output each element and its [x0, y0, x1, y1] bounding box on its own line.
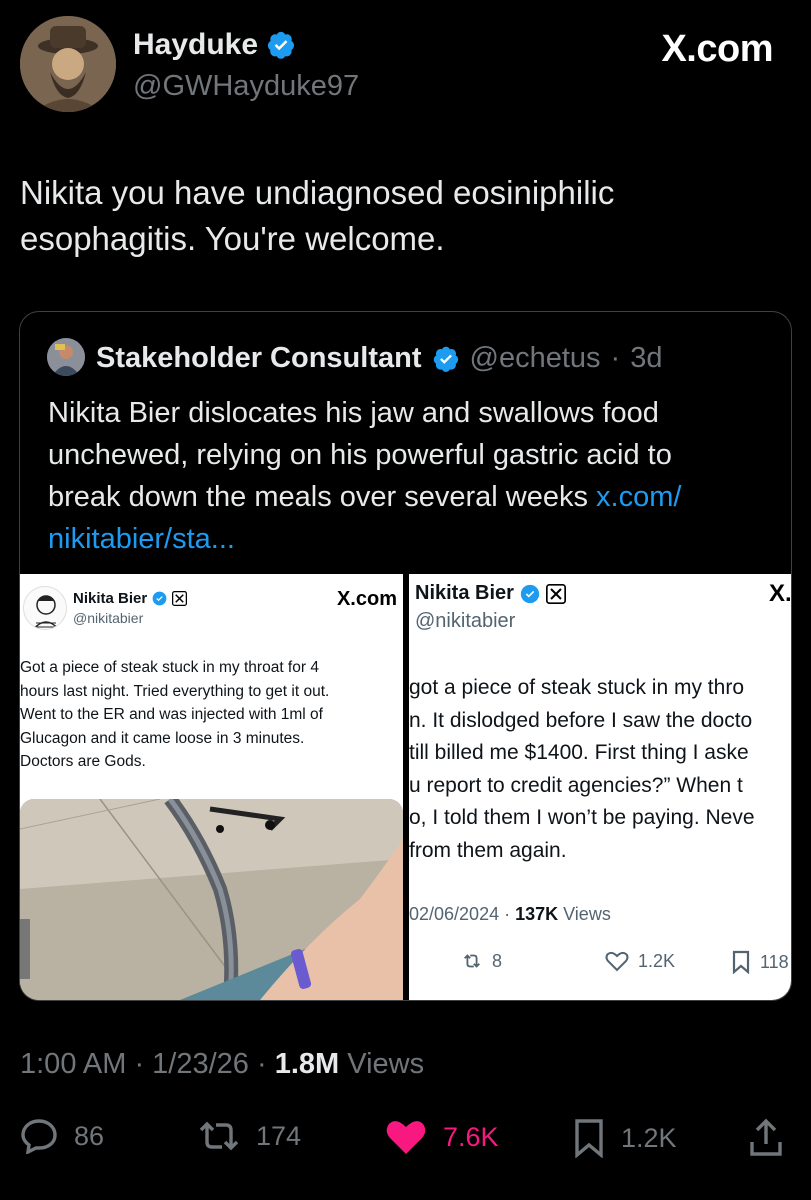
x-com-logo: X.com	[336, 588, 397, 610]
author-name[interactable]: Hayduke	[133, 28, 296, 62]
repost-button[interactable]: 174	[198, 1118, 301, 1154]
nikita-name: Nikita Bier	[415, 582, 566, 605]
bookmark-count: 1.2K	[621, 1122, 677, 1153]
embedded-tweet-line: Got a piece of steak stuck in my throat …	[20, 659, 319, 676]
hospital-photo	[20, 799, 403, 1000]
embedded-tweet-actions: 8 1.2K 118	[409, 950, 791, 980]
quote-author-name[interactable]: Stakeholder Consultant	[96, 342, 422, 375]
author-handle[interactable]: @GWHayduke97	[133, 70, 359, 103]
views-count: 1.8M	[274, 1048, 340, 1080]
verified-badge-icon	[433, 346, 458, 372]
embedded-tweet-line: got a piece of steak stuck in my thro	[409, 676, 744, 699]
embedded-tweet-line: Doctors are Gods.	[20, 753, 146, 770]
nikita-name: Nikita Bier	[73, 590, 188, 607]
bookmark-icon	[732, 950, 750, 974]
quote-age: 3d	[630, 342, 663, 374]
tweet-text-line: esophagitis. You're welcome.	[20, 220, 445, 257]
share-icon	[750, 1118, 782, 1156]
quote-author-row[interactable]: Stakeholder Consultant @echetus · 3d	[96, 342, 662, 375]
embedded-like-count: 1.2K	[638, 950, 676, 971]
verified-badge-icon	[267, 31, 295, 59]
embedded-tweet-line: n. It dislodged before I saw the docto	[409, 708, 753, 732]
heart-icon	[605, 951, 629, 972]
retweet-icon	[464, 954, 480, 968]
nikita-handle: @nikitabier	[73, 610, 144, 626]
embedded-tweet-views-count: 137K	[515, 904, 559, 924]
reply-icon	[21, 1119, 57, 1154]
nikita-name-text: Nikita Bier	[73, 590, 148, 607]
reply-button[interactable]: 86	[20, 1118, 104, 1154]
quote-text: Nikita Bier dislocates his jaw and swall…	[48, 392, 783, 560]
author-avatar[interactable]	[20, 16, 116, 112]
tweet-text-line: Nikita you have undiagnosed eosiniphilic	[20, 174, 615, 211]
nikita-handle: @nikitabier	[415, 610, 516, 632]
views-label: Views	[339, 1048, 425, 1080]
x-com-logo: X.com	[661, 28, 773, 70]
embedded-tweet-line: from them again.	[409, 838, 567, 862]
media-image-1[interactable]: Nikita Bier @nikitabier X.com Got a piec…	[20, 574, 403, 1000]
tweet-actions: 86 174 7.6K 1.2K	[0, 1112, 811, 1160]
quote-text-line: Nikita Bier dislocates his jaw and swall…	[48, 397, 659, 429]
quote-author-avatar[interactable]	[47, 338, 85, 376]
embedded-tweet-text: Got a piece of steak stuck in my throat …	[20, 656, 400, 774]
embedded-retweet: 8	[461, 950, 502, 972]
quote-separator: ·	[610, 342, 621, 374]
media-image-2[interactable]: Nikita Bier @nikitabier X. got a piece o…	[409, 574, 792, 1000]
embedded-tweet-date: 02/06/2024 ·	[409, 904, 516, 924]
like-count: 7.6K	[443, 1121, 499, 1152]
x-affiliate-icon	[172, 591, 188, 606]
quote-author-handle[interactable]: @echetus	[470, 342, 601, 375]
embedded-tweet-line: till billed me $1400. First thing I aske	[409, 741, 749, 764]
nikita-name-text: Nikita Bier	[415, 582, 514, 604]
embedded-tweet-views-label: Views	[558, 904, 611, 924]
heart-filled-icon	[386, 1121, 426, 1154]
like-button[interactable]: 7.6K	[385, 1118, 499, 1156]
verified-badge-icon	[152, 591, 167, 606]
tweet-timestamp[interactable]: 1:00 AM · 1/23/26 ·	[20, 1048, 275, 1080]
embedded-tweet-line: Glucagon and it came loose in 3 minutes.	[20, 729, 305, 747]
embedded-like: 1.2K	[605, 950, 675, 972]
quote-text-line: unchewed, relying on his powerful gastri…	[48, 439, 672, 471]
quote-link[interactable]: x.com/	[596, 481, 681, 513]
quote-link[interactable]: nikitabier/sta...	[48, 518, 783, 560]
verified-badge-icon	[520, 584, 540, 603]
x-com-logo: X.	[769, 580, 792, 607]
embedded-tweet-line: u report to credit agencies?” When t	[409, 773, 743, 797]
embedded-tweet-text: got a piece of steak stuck in my thro n.…	[409, 672, 791, 867]
nikita-avatar	[23, 586, 67, 630]
embedded-bookmark-count: 118	[760, 951, 789, 972]
bookmark-icon	[575, 1119, 603, 1158]
repost-count: 174	[256, 1120, 302, 1151]
embedded-tweet-line: o, I told them I won’t be paying. Neve	[409, 806, 755, 829]
bookmark-button[interactable]: 1.2K	[573, 1118, 677, 1158]
repost-icon	[199, 1121, 239, 1151]
embedded-tweet-line: Went to the ER and was injected with 1ml…	[20, 706, 323, 723]
share-button[interactable]	[748, 1118, 784, 1158]
quoted-tweet[interactable]: Stakeholder Consultant @echetus · 3d Nikit…	[19, 311, 792, 1001]
x-affiliate-icon	[545, 583, 566, 604]
embedded-tweet-meta: 02/06/2024 · 137K Views	[409, 904, 611, 925]
quote-text-fragment: break down the meals over several weeks	[48, 481, 597, 513]
embedded-bookmark: 118	[731, 950, 789, 974]
embedded-tweet-line: hours last night. Tried everything to ge…	[20, 682, 330, 700]
quote-text-line: break down the meals over several weeks …	[48, 476, 783, 518]
reply-count: 86	[74, 1120, 105, 1151]
author-name-text: Hayduke	[133, 28, 259, 61]
embedded-retweet-count: 8	[492, 950, 503, 971]
tweet-meta: 1:00 AM · 1/23/26 · 1.8M Views	[20, 1048, 424, 1081]
tweet-text: Nikita you have undiagnosed eosiniphilic…	[20, 170, 780, 262]
